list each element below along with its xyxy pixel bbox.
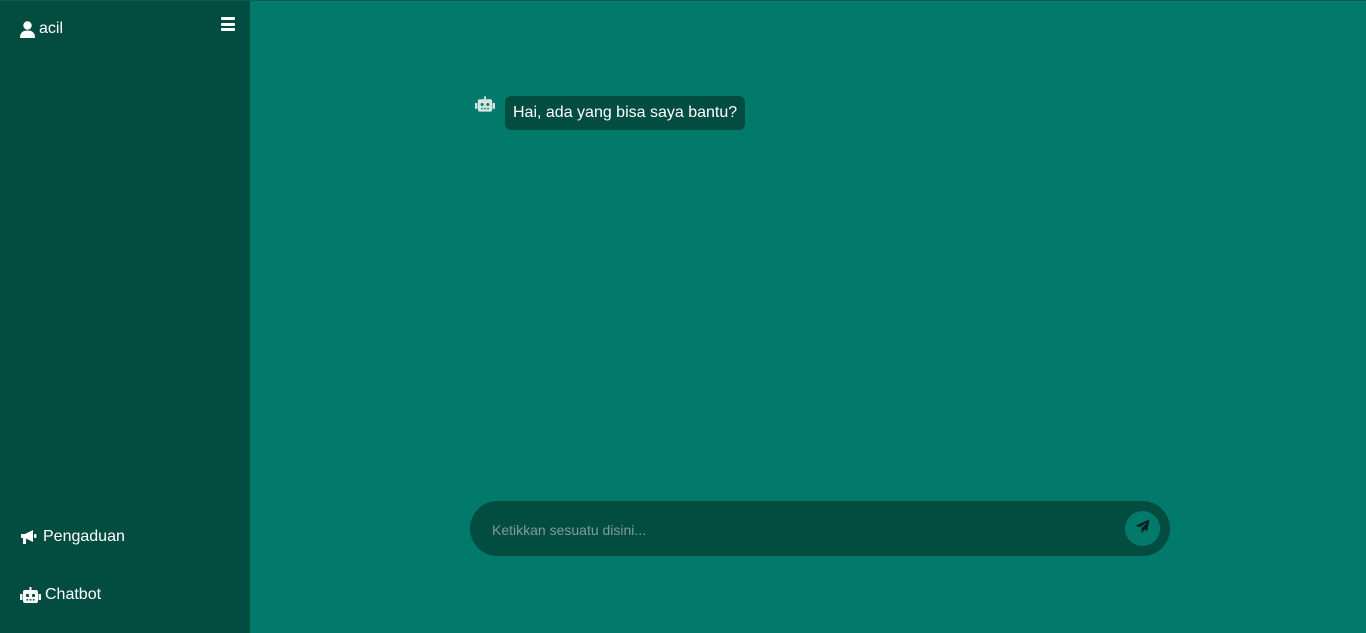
sidebar-item-label: Chatbot	[45, 586, 102, 603]
message-input[interactable]	[490, 501, 1114, 558]
hamburger-menu-icon[interactable]	[221, 17, 235, 31]
megaphone-icon	[20, 529, 39, 545]
robot-icon	[20, 586, 41, 604]
paper-plane-icon	[1135, 518, 1150, 539]
sidebar-item-pengaduan[interactable]: Pengaduan	[20, 528, 125, 546]
sidebar: acil Pengaduan Chatbot	[0, 1, 250, 633]
message-bubble: Hai, ada yang bisa saya bantu?	[505, 96, 746, 130]
chat-message: Hai, ada yang bisa saya bantu?	[475, 96, 746, 130]
user-icon	[20, 20, 35, 38]
user-name: acil	[39, 20, 64, 37]
sidebar-item-label: Pengaduan	[43, 528, 125, 545]
chat-input-bar	[470, 501, 1170, 558]
robot-icon	[475, 96, 495, 114]
send-button[interactable]	[1125, 511, 1160, 546]
chat-area: Hai, ada yang bisa saya bantu?	[250, 1, 1366, 633]
sidebar-item-chatbot[interactable]: Chatbot	[20, 586, 101, 604]
app-window: acil Pengaduan Chatbot Hai, ada yang bis…	[0, 0, 1366, 633]
user-profile: acil	[20, 20, 63, 38]
